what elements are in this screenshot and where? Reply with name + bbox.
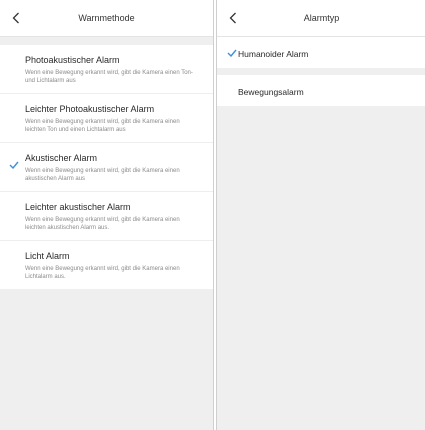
item-description: Wenn eine Bewegung erkannt wird, gibt di… — [25, 266, 180, 280]
alarm-method-list: Photoakustischer Alarm Wenn eine Bewegun… — [0, 45, 213, 289]
warnmethode-screen: Warnmethode Photoakustischer Alarm Wenn … — [0, 0, 214, 430]
check-icon — [227, 49, 237, 57]
divider — [217, 68, 425, 75]
list-item-leichter-akustischer-alarm[interactable]: Leichter akustischer Alarm Wenn eine Bew… — [0, 192, 213, 241]
item-title: Bewegungsalarm — [238, 87, 304, 97]
alarm-type-list: Humanoider Alarm — [217, 37, 425, 68]
check-icon — [9, 161, 19, 169]
page-title: Alarmtyp — [303, 13, 340, 23]
list-item-bewegungsalarm[interactable]: Bewegungsalarm — [217, 75, 425, 106]
item-description: Wenn eine Bewegung erkannt wird, gibt di… — [25, 168, 180, 182]
list-item-akustischer-alarm[interactable]: Akustischer Alarm Wenn eine Bewegung erk… — [0, 143, 213, 192]
header: Warnmethode — [0, 0, 213, 37]
chevron-left-icon — [229, 12, 236, 24]
chevron-left-icon — [12, 12, 19, 24]
header: Alarmtyp — [217, 0, 425, 37]
alarm-type-list-2: Bewegungsalarm — [217, 75, 425, 106]
item-description: Wenn eine Bewegung erkannt wird, gibt di… — [25, 119, 180, 133]
item-title: Licht Alarm — [25, 251, 70, 261]
item-title: Leichter akustischer Alarm — [25, 202, 131, 212]
item-description: Wenn eine Bewegung erkannt wird, gibt di… — [25, 70, 193, 84]
list-item-humanoider-alarm[interactable]: Humanoider Alarm — [217, 37, 425, 68]
item-title: Akustischer Alarm — [25, 153, 98, 163]
list-item-licht-alarm[interactable]: Licht Alarm Wenn eine Bewegung erkannt w… — [0, 241, 213, 289]
back-button[interactable] — [223, 7, 243, 29]
item-title: Humanoider Alarm — [238, 49, 309, 59]
item-title: Photoakustischer Alarm — [25, 55, 120, 65]
list-item-leichter-photoakustischer-alarm[interactable]: Leichter Photoakustischer Alarm Wenn ein… — [0, 94, 213, 143]
page-title: Warnmethode — [78, 13, 135, 23]
item-description: Wenn eine Bewegung erkannt wird, gibt di… — [25, 217, 180, 231]
list-item-photoakustischer-alarm[interactable]: Photoakustischer Alarm Wenn eine Bewegun… — [0, 45, 213, 94]
item-title: Leichter Photoakustischer Alarm — [25, 104, 155, 114]
back-button[interactable] — [6, 7, 26, 29]
alarmtyp-screen: Alarmtyp Humanoider Alarm Bewegungsalarm — [216, 0, 425, 430]
